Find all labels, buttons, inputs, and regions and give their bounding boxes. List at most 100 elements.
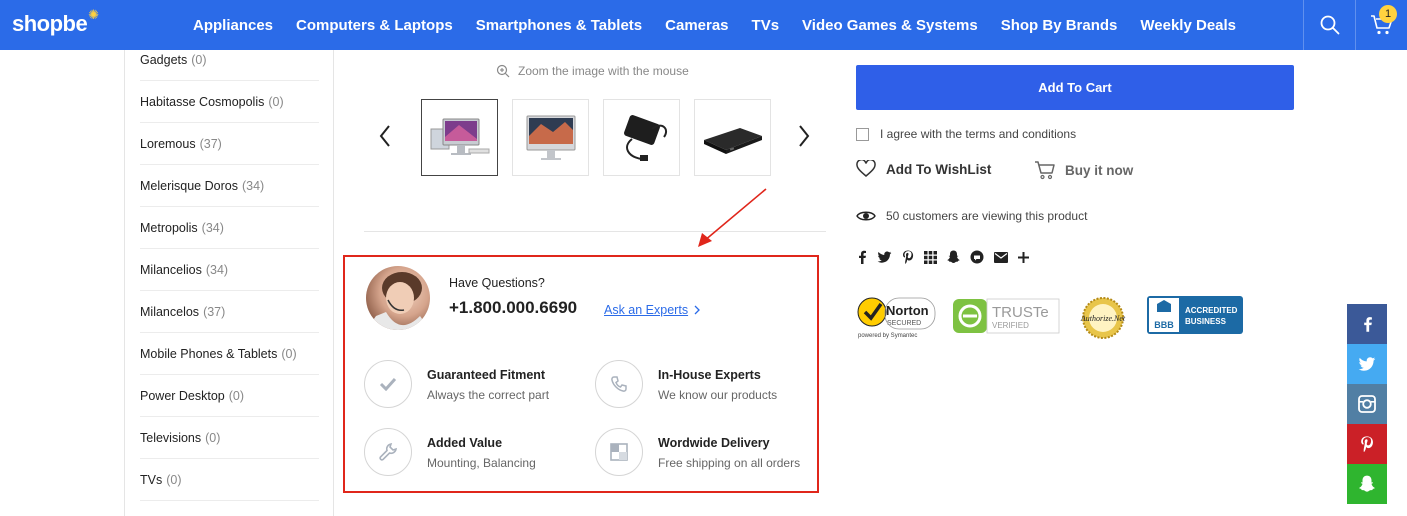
sidebar-item-tvs[interactable]: TVs (0) [140,459,319,501]
norton-secured-badge: Norton SECURED powered by Symantec [856,296,936,345]
cart-count-badge: 1 [1379,5,1397,23]
gallery-thumb-2[interactable] [512,99,589,176]
norton-text: Norton [886,303,929,318]
sidebar-item-televisions[interactable]: Televisions (0) [140,417,319,459]
add-to-wishlist-button[interactable]: Add To WishList [856,160,991,178]
gallery-thumb-4[interactable] [694,99,771,176]
instagram-icon [1358,395,1376,413]
sidebar-item-label: Melerisque Doros [140,178,238,193]
feature-title: Wordwide Delivery [658,436,770,450]
eye-icon [856,211,876,221]
sidebar-item-gadgets[interactable]: Gadgets (0) [140,39,319,81]
checkmark-icon [379,377,397,391]
logo-text: shopbe [12,11,88,36]
sidebar-item-label: Metropolis [140,220,198,235]
zoom-hint: Zoom the image with the mouse [496,64,689,78]
instagram-button[interactable] [1347,384,1387,424]
ask-expert-link[interactable]: Ask an Experts [604,303,688,317]
thumb-docking-station-image [703,127,762,154]
sidebar-item-count: (0) [268,94,284,109]
authorize-net-text: Authorize.Net [1080,314,1126,323]
gallery-thumb-3[interactable] [603,99,680,176]
thumb-power-adapter-image [623,114,667,161]
sidebar-item-label: Power Desktop [140,388,225,403]
snapchat-button[interactable] [1347,464,1387,504]
sidebar-item-count: (34) [241,178,265,193]
truste-sub-text: VERIFIED [992,321,1029,330]
sidebar-item-count: (34) [205,262,229,277]
sidebar-item-loremous[interactable]: Loremous (37) [140,123,319,165]
terms-checkbox[interactable] [856,127,869,141]
twitter-button[interactable] [1347,344,1387,384]
facebook-button[interactable] [1347,304,1387,344]
sidebar-item-count: (34) [201,220,224,235]
nav-video-games[interactable]: Video Games & Systems [802,17,978,34]
nav-appliances[interactable]: Appliances [193,17,273,34]
annotation-arrow [698,188,767,247]
more-share-icon[interactable] [1018,251,1029,263]
nav-computers-laptops[interactable]: Computers & Laptops [296,17,453,34]
truste-verified-badge: TRUSTe VERIFIED [953,296,1063,341]
gallery-thumb-1[interactable] [421,99,498,176]
nav-weekly-deals[interactable]: Weekly Deals [1140,17,1236,34]
feature-title: Guaranteed Fitment [427,368,546,382]
norton-sub-text: SECURED [887,320,921,327]
nav-cameras[interactable]: Cameras [665,17,728,34]
sidebar-item-count: (37) [199,136,222,151]
bbb-accredited-badge: BBB ACCREDITED BUSINESS [1147,296,1243,339]
share-icons [857,250,1039,264]
header-actions: 1 [1303,0,1407,50]
nav-shop-by-brands[interactable]: Shop By Brands [1001,17,1118,34]
sidebar-item-label: Loremous [140,136,196,151]
feature-subtitle: Free shipping on all orders [658,456,801,470]
feature-subtitle: Always the correct part [427,388,550,402]
sidebar-item-power-desktop[interactable]: Power Desktop (0) [140,375,319,417]
nav-smartphones-tablets[interactable]: Smartphones & Tablets [476,17,642,34]
sidebar-item-metropolis[interactable]: Metropolis (34) [140,207,319,249]
sidebar-item-mobile-phones[interactable]: Mobile Phones & Tablets (0) [140,333,319,375]
facebook-share-icon[interactable] [857,250,867,264]
twitter-icon [1358,356,1376,371]
sidebar-item-habitasse[interactable]: Habitasse Cosmopolis (0) [140,81,319,123]
add-to-cart-button[interactable]: Add To Cart [856,65,1294,110]
logo[interactable]: shopbe ✺ [12,7,99,37]
pinterest-button[interactable] [1347,424,1387,464]
sidebar-item-count: (0) [191,52,207,67]
feature-title: In-House Experts [658,368,761,382]
thumb-imac-group-image [430,118,489,155]
gallery-prev-button[interactable] [378,124,392,153]
pinterest-icon [1361,436,1373,453]
zoom-hint-text: Zoom the image with the mouse [518,64,689,78]
facebook-icon [1363,317,1372,332]
customer-support-box: Have Questions? +1.800.000.6690 Ask an E… [343,255,819,493]
norton-powered-text: powered by Symantec [858,333,917,339]
feature-subtitle: Mounting, Balancing [427,456,536,470]
sidebar-item-label: Televisions [140,430,202,445]
sidebar-item-label: Milancelios [140,262,202,277]
feature-title: Added Value [427,436,503,450]
chevron-right-icon [799,125,810,147]
buy-it-now-button[interactable]: Buy it now [1034,160,1133,180]
email-share-icon[interactable] [994,251,1008,263]
feature-subtitle: We know our products [658,388,778,402]
pinterest-share-icon[interactable] [902,250,914,264]
grid-share-icon[interactable] [924,250,937,264]
feature-icon-circle [364,428,412,476]
twitter-share-icon[interactable] [877,251,892,264]
chevron-right-icon [694,305,700,315]
sidebar-item-milancelios[interactable]: Milancelios (34) [140,249,319,291]
sidebar-item-milancelos[interactable]: Milancelos (37) [140,291,319,333]
buy-now-label: Buy it now [1065,162,1134,178]
nav-tvs[interactable]: TVs [752,17,780,34]
snapchat-share-icon[interactable] [947,250,960,264]
sidebar-item-melerisque[interactable]: Melerisque Doros (34) [140,165,319,207]
gallery-next-button[interactable] [797,124,811,153]
search-button[interactable] [1303,0,1355,50]
cart-button[interactable]: 1 [1355,0,1407,50]
chat-share-icon[interactable] [970,250,984,264]
box-icon [610,443,628,461]
wishlist-label: Add To WishList [886,161,992,177]
floating-social-bar [1347,304,1387,504]
feature-icon-circle [595,428,643,476]
viewers-text: 50 customers are viewing this product [886,209,1088,223]
